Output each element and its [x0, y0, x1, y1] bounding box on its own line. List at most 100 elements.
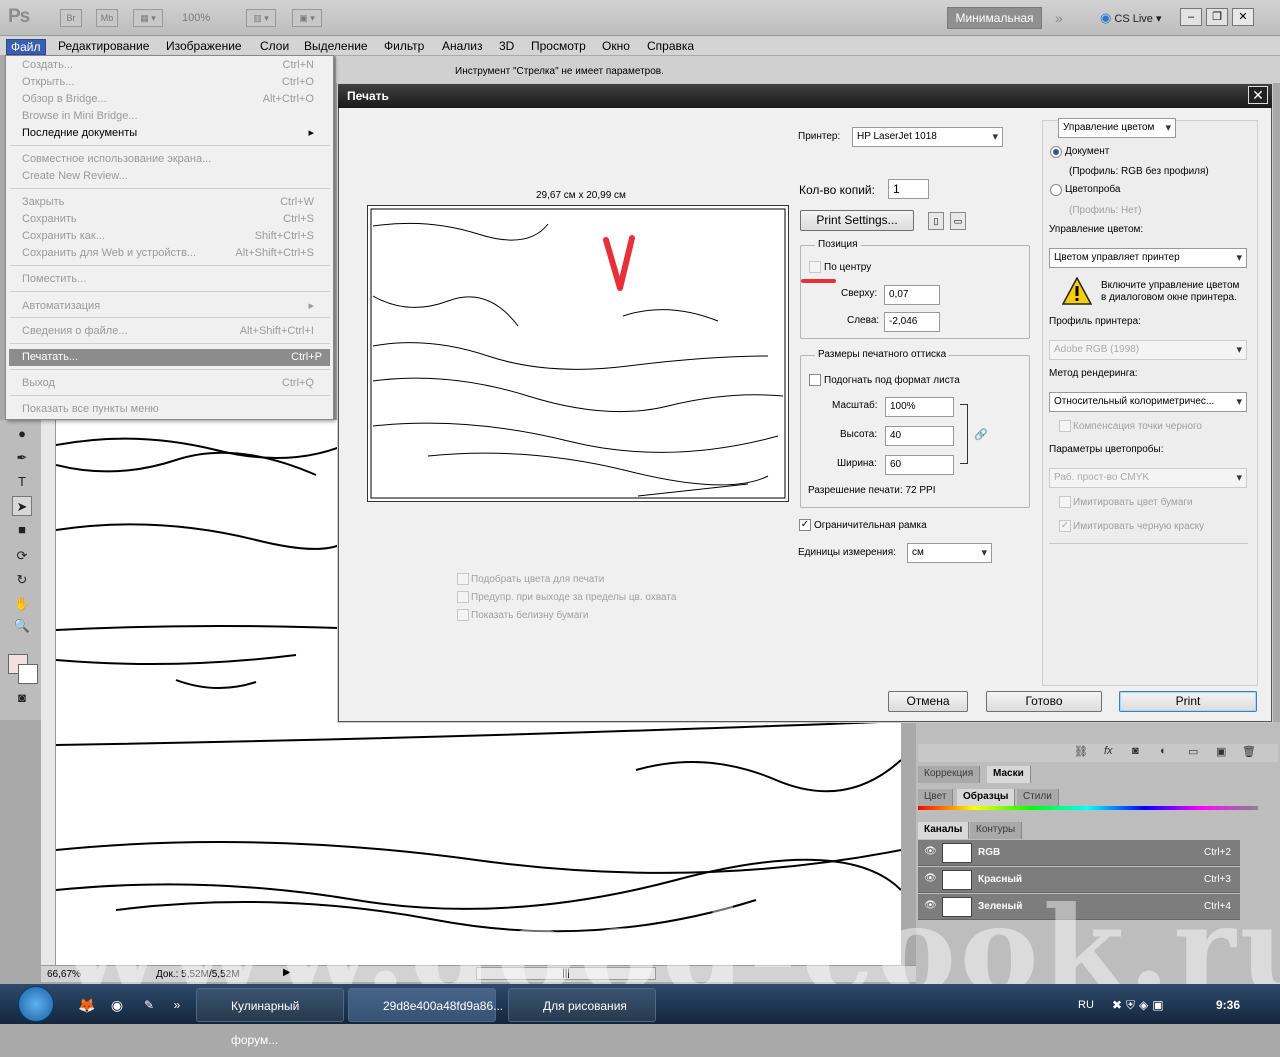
tab-adjustments[interactable]: Коррекция	[918, 766, 981, 783]
menu-filter[interactable]: Фильтр	[384, 39, 424, 53]
taskbar-item-photoshop[interactable]: 29d8e400a48fd9a86...	[348, 988, 503, 1022]
menu-file[interactable]: Файл	[6, 39, 46, 55]
menu-item-save[interactable]: Сохранить Ctrl+S	[22, 211, 322, 228]
width-input[interactable]: 60	[885, 455, 954, 475]
proof-radio[interactable]	[1050, 184, 1062, 196]
menu-item-share-screen[interactable]: Совместное использование экрана...	[22, 151, 322, 168]
simulate-paper-color-checkbox[interactable]	[1059, 496, 1071, 508]
menu-3d[interactable]: 3D	[499, 39, 514, 53]
document-radio[interactable]	[1050, 146, 1062, 158]
cs-live-button[interactable]: ◉ CS Live ▾	[1100, 10, 1162, 26]
menu-item-show-all[interactable]: Показать все пункты меню	[22, 401, 322, 418]
menu-image[interactable]: Изображение	[166, 39, 242, 53]
taskbar-item-forum[interactable]: Кулинарный форум...	[196, 988, 344, 1047]
menu-item-exit[interactable]: Выход Ctrl+Q	[22, 375, 322, 392]
tab-styles[interactable]: Стили	[1017, 789, 1059, 806]
menu-view[interactable]: Просмотр	[531, 39, 586, 53]
menu-layers[interactable]: Слои	[260, 39, 289, 53]
menu-item-create-review[interactable]: Create New Review...	[22, 168, 322, 185]
quick-mask-icon[interactable]: ◙	[12, 688, 32, 708]
fit-to-media-checkbox[interactable]	[809, 374, 821, 386]
portrait-orientation-icon[interactable]: ▯	[928, 212, 944, 230]
printer-select[interactable]: HP LaserJet 1018	[852, 127, 1003, 147]
menu-item-save-for-web[interactable]: Сохранить для Web и устройств... Alt+Shif…	[22, 245, 322, 262]
color-management-select[interactable]: Управление цветом	[1058, 118, 1176, 138]
proof-setup-select[interactable]: Раб. прост-во CMYK	[1049, 468, 1247, 488]
menu-window[interactable]: Окно	[602, 39, 630, 53]
menu-item-place[interactable]: Поместить...	[22, 271, 322, 288]
height-input[interactable]: 40	[885, 426, 954, 446]
3d-orbit-tool-icon[interactable]: ↻	[12, 570, 32, 590]
hand-tool-icon[interactable]: ✋	[12, 594, 32, 614]
rectangle-tool-icon[interactable]: ■	[12, 520, 32, 540]
screen-mode-button[interactable]: ▣ ▾	[292, 9, 322, 27]
workspace-button[interactable]: Минимальная	[947, 7, 1042, 29]
channel-row[interactable]: 👁 RGB Ctrl+2	[918, 840, 1240, 866]
burn-tool-icon[interactable]: ●	[12, 424, 32, 444]
done-button[interactable]: Готово	[986, 691, 1102, 712]
delete-layer-icon[interactable]: 🗑	[1242, 745, 1256, 758]
menu-item-browse-bridge[interactable]: Обзор в Bridge... Alt+Ctrl+O	[22, 91, 322, 108]
menu-analysis[interactable]: Анализ	[442, 39, 483, 53]
link-proportions-icon[interactable]: 🔗	[974, 428, 988, 441]
landscape-orientation-icon[interactable]: ▭	[950, 212, 966, 230]
adjustment-layer-icon[interactable]: ◐	[1160, 745, 1167, 757]
menu-select[interactable]: Выделение	[304, 39, 368, 53]
eye-icon[interactable]: 👁	[924, 846, 937, 857]
menu-item-close[interactable]: Закрыть Ctrl+W	[22, 194, 322, 211]
menu-item-open[interactable]: Открыть... Ctrl+O	[22, 74, 322, 91]
simulate-black-ink-checkbox[interactable]: ✓	[1059, 520, 1071, 532]
copies-input[interactable]: 1	[888, 179, 929, 199]
view-extras-button[interactable]: ▦ ▾	[133, 9, 163, 27]
close-app-button[interactable]: ✕	[1232, 8, 1254, 26]
rendering-intent-select[interactable]: Относительный колориметричес...	[1049, 392, 1247, 412]
minimize-button[interactable]: –	[1180, 8, 1202, 26]
zoom-tool-icon[interactable]: 🔍	[12, 616, 32, 636]
app-quicklaunch-icon[interactable]: ✎	[140, 988, 158, 1022]
left-input[interactable]: -2,046	[884, 312, 940, 332]
center-checkbox[interactable]	[809, 261, 821, 273]
layer-style-icon[interactable]: fx	[1104, 745, 1113, 757]
link-layers-icon[interactable]: ⛓	[1074, 745, 1088, 758]
more-quicklaunch-icon[interactable]: »	[168, 988, 186, 1022]
cancel-button[interactable]: Отмена	[888, 691, 968, 712]
layer-mask-icon[interactable]: ◙	[1132, 745, 1139, 757]
mini-bridge-button[interactable]: Mb	[96, 9, 118, 27]
menu-item-automate[interactable]: Автоматизация ▸	[22, 298, 322, 315]
tab-masks[interactable]: Маски	[987, 766, 1031, 783]
black-point-compensation-checkbox[interactable]	[1059, 420, 1071, 432]
print-button[interactable]: Print	[1119, 691, 1257, 712]
new-layer-icon[interactable]: ▣	[1216, 745, 1226, 758]
close-icon[interactable]: ✕	[1248, 86, 1268, 104]
menu-item-file-info[interactable]: Сведения о файле... Alt+Shift+Ctrl+I	[22, 323, 322, 340]
pen-tool-icon[interactable]: ✒	[12, 448, 32, 468]
menu-item-recent-documents[interactable]: Последние документы ▸	[22, 125, 322, 142]
type-tool-icon[interactable]: T	[12, 472, 32, 492]
bounding-box-checkbox[interactable]: ✓	[799, 519, 811, 531]
match-colors-checkbox[interactable]	[457, 573, 469, 585]
bridge-button[interactable]: Br	[60, 9, 82, 27]
restore-button[interactable]: ❐	[1206, 8, 1228, 26]
paper-white-checkbox[interactable]	[457, 609, 469, 621]
menu-item-save-as[interactable]: Сохранить как... Shift+Ctrl+S	[22, 228, 322, 245]
zoom-level-display[interactable]: 100%	[182, 12, 210, 24]
print-preview[interactable]	[367, 205, 789, 502]
scale-input[interactable]: 100%	[885, 397, 954, 417]
menu-item-new[interactable]: Создать... Ctrl+N	[22, 57, 322, 74]
printer-profile-select[interactable]: Adobe RGB (1998)	[1049, 340, 1247, 360]
menu-item-browse-mini-bridge[interactable]: Browse in Mini Bridge...	[22, 108, 322, 125]
new-group-icon[interactable]: ▭	[1188, 745, 1198, 758]
path-selection-tool-icon[interactable]: ➤	[12, 496, 32, 516]
language-indicator[interactable]: RU	[1078, 988, 1094, 1022]
tab-swatches[interactable]: Образцы	[957, 789, 1016, 806]
more-workspaces-icon[interactable]: »	[1055, 10, 1063, 26]
arrange-documents-button[interactable]: ▥ ▾	[246, 9, 276, 27]
print-settings-button[interactable]: Print Settings...	[800, 210, 914, 231]
3d-rotate-tool-icon[interactable]: ⟳	[12, 546, 32, 566]
units-select[interactable]: см	[907, 543, 992, 563]
tab-paths[interactable]: Контуры	[970, 822, 1023, 839]
gamut-warning-checkbox[interactable]	[457, 591, 469, 603]
tab-color[interactable]: Цвет	[918, 789, 954, 806]
swatches-strip[interactable]	[918, 806, 1258, 810]
tray-icons[interactable]: ✖⛨◈▣	[1112, 988, 1168, 1022]
